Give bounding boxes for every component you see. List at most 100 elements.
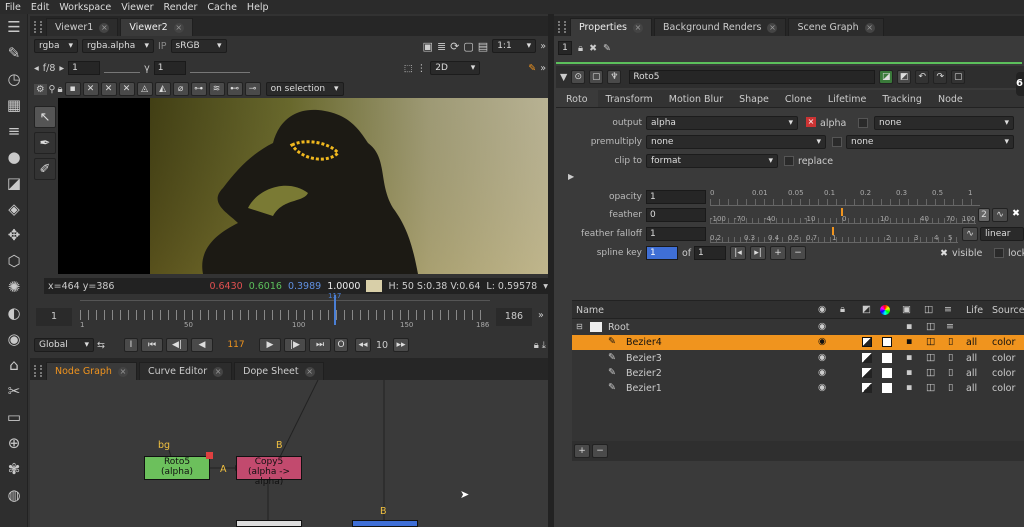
colorspace-dropdown[interactable]: sRGB ▾ (170, 39, 227, 53)
tab-curve-editor[interactable]: Curve Editor × (138, 362, 233, 380)
overlay-icon[interactable]: ▤ (478, 40, 488, 53)
output-none-dropdown[interactable]: none ▾ (874, 116, 1014, 130)
blend-icon[interactable]: ◫ (926, 321, 935, 332)
slider-handle[interactable] (832, 227, 834, 235)
tool-btn-icon[interactable]: ⊸ (244, 82, 261, 96)
last-frame-icon[interactable]: ⏭ (309, 338, 331, 352)
table-row[interactable]: ⊟ Root ◉ ▪ ◫ ≡ (572, 321, 1024, 335)
add-layer-icon[interactable]: + (574, 444, 590, 458)
roi-icon[interactable]: ▣ (423, 40, 433, 53)
falloff-type-dropdown[interactable]: linear (980, 227, 1024, 241)
premultiply-dropdown[interactable]: none ▾ (646, 135, 826, 149)
lock-icon[interactable]: 🔒︎ (534, 340, 539, 351)
table-row[interactable]: ✎ Bezier1 ◉ ▪ ◫ ▯ all color (572, 381, 1024, 396)
collapse-icon[interactable]: ⊟ (576, 322, 583, 331)
subtab-motion-blur[interactable]: Motion Blur (661, 90, 731, 107)
remove-key-icon[interactable]: − (790, 246, 806, 260)
bezier-tool-icon[interactable]: ✒ (34, 132, 56, 154)
tab-viewer2[interactable]: Viewer2 × (120, 18, 193, 36)
tab-dope-sheet[interactable]: Dope Sheet × (234, 362, 324, 380)
table-row[interactable]: ✎ Bezier4 ◉ ▪ ◫ ▯ all color (572, 335, 1024, 350)
expand-icon[interactable]: » (540, 63, 546, 74)
gl-color-icon[interactable]: ◩ (897, 70, 912, 84)
table-row[interactable]: ✎ Bezier3 ◉ ▪ ◫ ▯ all color (572, 351, 1024, 366)
export-icon[interactable]: ⤓ (542, 340, 546, 351)
tool-btn-icon[interactable]: ≋ (208, 82, 225, 96)
curve-icon[interactable]: ∿ (992, 208, 1008, 222)
step-back-icon[interactable]: ◂◂ (355, 338, 371, 352)
motion-blur-icon[interactable]: ≡ (946, 321, 954, 332)
node-color-icon[interactable]: ◪ (879, 70, 894, 84)
crop-icon[interactable]: ⬚ (404, 63, 413, 74)
redo-icon[interactable]: ↷ (933, 70, 948, 84)
filter-icon[interactable]: ◪ (0, 170, 28, 196)
blend-icon[interactable]: ◫ (926, 336, 935, 347)
paint-icon[interactable]: ✎ (0, 40, 28, 66)
motion-blur-icon[interactable]: ▯ (948, 352, 953, 363)
color-swatch[interactable] (882, 337, 892, 347)
collapse-icon[interactable]: ▼ (560, 72, 567, 83)
add-key-icon[interactable]: + (770, 246, 786, 260)
premult-checkbox[interactable] (832, 137, 842, 147)
panel-grip-icon[interactable] (34, 365, 42, 377)
link-icon[interactable]: ⚲ (49, 84, 56, 95)
close-icon[interactable]: × (767, 22, 778, 33)
tool-btn-icon[interactable]: ⊶ (190, 82, 207, 96)
pencil-icon[interactable]: ✎ (528, 63, 536, 74)
tool-btn-icon[interactable]: ◬ (136, 82, 153, 96)
grid-icon[interactable]: ▦ (0, 92, 28, 118)
col-source[interactable]: Source (992, 305, 1024, 316)
other-icon[interactable]: ▭ (0, 404, 28, 430)
zoom-dropdown[interactable]: 1:1 ▾ (492, 39, 537, 53)
output-checkbox[interactable]: × (806, 117, 816, 127)
channel-icon[interactable]: ≡ (0, 118, 28, 144)
spline-key-input[interactable]: 1 (646, 246, 678, 260)
clock-icon[interactable]: ◷ (0, 66, 28, 92)
subtab-clone[interactable]: Clone (777, 90, 820, 107)
overlay-icon[interactable]: ▪ (906, 382, 912, 393)
menu-file[interactable]: File (0, 2, 26, 13)
current-frame-input[interactable]: 117 (216, 338, 256, 352)
gamma-input[interactable]: 1 (153, 61, 186, 75)
premult-none-dropdown[interactable]: none ▾ (846, 135, 1014, 149)
frame-step[interactable]: 10 (374, 340, 390, 351)
node-blue[interactable] (352, 520, 418, 527)
undo-icon[interactable]: ↶ (915, 70, 930, 84)
lut-icon[interactable]: ▢ (463, 40, 473, 53)
subtab-roto[interactable]: Roto (556, 90, 598, 107)
ip-label[interactable]: IP (158, 41, 167, 52)
brush-tool-icon[interactable]: ✐ (34, 158, 56, 180)
center-node-icon[interactable]: ⊙ (571, 70, 586, 84)
list-icon[interactable]: ≣ (437, 40, 446, 53)
node-roto5[interactable]: Roto5 (alpha) (144, 456, 210, 480)
gear-icon[interactable]: ⚙ (34, 83, 47, 95)
overlay-icon[interactable]: ▪ (906, 321, 912, 332)
max-panels-input[interactable]: 1 (558, 41, 572, 55)
feather-anim-count[interactable]: 2 (978, 208, 990, 222)
extra-icon[interactable]: ◍ (0, 482, 28, 508)
prev-keyframe-icon[interactable]: ◀| (166, 338, 188, 352)
close-icon[interactable]: ✖ (1012, 208, 1020, 219)
subtab-tracking[interactable]: Tracking (874, 90, 930, 107)
grid-view-icon[interactable]: ⋮ (417, 63, 427, 74)
menu-cache[interactable]: Cache (202, 2, 242, 13)
eye-icon[interactable]: ◉ (818, 336, 826, 347)
deep-icon[interactable]: ◐ (0, 300, 28, 326)
timeline-bar[interactable]: 1 50 100 150 186 117 (80, 292, 490, 330)
motion-blur-icon[interactable]: ▯ (948, 367, 953, 378)
menu-render[interactable]: Render (159, 2, 203, 13)
eye-icon[interactable]: ◉ (818, 367, 826, 378)
plugins-icon[interactable]: ✾ (0, 456, 28, 482)
motion-blur-icon[interactable]: ▯ (948, 336, 953, 347)
overlay-icon[interactable]: ▪ (906, 367, 912, 378)
blend-icon[interactable]: ◫ (926, 382, 935, 393)
replace-checkbox[interactable] (784, 156, 794, 166)
opacity-input[interactable]: 1 (646, 190, 706, 204)
lock-icon[interactable]: 🔒︎ (578, 43, 583, 54)
close-icon[interactable]: × (213, 366, 224, 377)
expand-icon[interactable]: » (540, 41, 546, 52)
3d-icon[interactable]: ⬡ (0, 248, 28, 274)
prev-key-icon[interactable]: |◂ (730, 246, 746, 260)
color-swatch[interactable] (882, 368, 892, 378)
visible-icon[interactable]: ✖ (940, 248, 948, 259)
